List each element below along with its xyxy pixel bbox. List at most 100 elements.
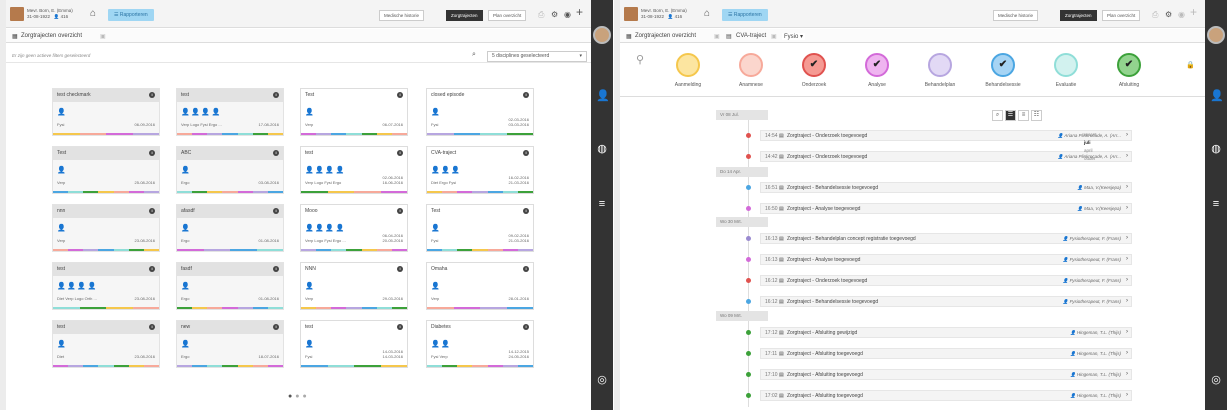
profile-icon[interactable]: ◎ bbox=[1210, 374, 1222, 386]
page-dot[interactable]: ● bbox=[288, 393, 295, 400]
view-detail-button[interactable]: ☷ bbox=[1031, 110, 1042, 121]
add-icon[interactable]: + bbox=[1190, 6, 1197, 18]
timeline-event[interactable]: 16:12 ▤ Zorgtraject - Onderzoek toegevoe… bbox=[760, 275, 1132, 286]
avatar[interactable] bbox=[1207, 26, 1225, 44]
search-icon[interactable]: ⌕ bbox=[472, 51, 476, 59]
phase-step[interactable]: Behandelplan bbox=[908, 53, 972, 88]
info-icon[interactable]: i bbox=[149, 92, 155, 98]
print-icon[interactable]: ⎙ bbox=[538, 10, 544, 20]
info-icon[interactable]: i bbox=[273, 150, 279, 156]
gear-icon[interactable]: ⚙ bbox=[1165, 10, 1172, 20]
timeline-event[interactable]: 17:02 ▤ Zorgtraject - Afsluiting toegevo… bbox=[760, 390, 1132, 401]
trajectory-card[interactable]: nnn i 👤 Verp 23-08-2016 bbox=[52, 204, 160, 252]
close-tab-icon[interactable]: ▣ bbox=[771, 33, 777, 40]
filter-icon[interactable]: ⚲ bbox=[636, 53, 644, 66]
info-icon[interactable]: i bbox=[523, 324, 529, 330]
phase-step[interactable]: ✔ Behandelsessie bbox=[971, 53, 1035, 88]
phase-step[interactable]: ✔ Analyse bbox=[845, 53, 909, 88]
gear-icon[interactable]: ⚙ bbox=[551, 10, 558, 20]
report-button[interactable]: ☰ Rapporteren bbox=[108, 9, 154, 21]
info-icon[interactable]: i bbox=[273, 266, 279, 272]
chevron-right-icon[interactable]: › bbox=[1126, 205, 1128, 211]
phase-step[interactable]: Aanmelding bbox=[656, 53, 720, 88]
timeline-event[interactable]: 16:50 ▤ Zorgtraject - Analyse toegevoegd… bbox=[760, 203, 1132, 214]
report-button[interactable]: ☰ Rapporteren bbox=[722, 9, 768, 21]
chevron-right-icon[interactable]: › bbox=[1126, 329, 1128, 335]
info-icon[interactable]: i bbox=[397, 208, 403, 214]
trajectory-card[interactable]: Omaha i 👤 Verp 28-01-2016 bbox=[426, 262, 534, 310]
lock-icon[interactable]: 🔒 bbox=[1186, 61, 1195, 69]
eye-icon[interactable]: ◉ bbox=[564, 10, 571, 20]
trajectory-card[interactable]: NNN i 👤 Verp 29-03-2016 bbox=[300, 262, 408, 310]
tab-plan-overview[interactable]: Plan overzicht bbox=[1102, 10, 1141, 21]
user-icon[interactable]: 👤 bbox=[1210, 90, 1224, 102]
tab-plan-overview[interactable]: Plan overzicht bbox=[488, 10, 527, 21]
phase-circle[interactable] bbox=[676, 53, 700, 77]
trajectory-card[interactable]: ABC i 👤 Ergo 03-08-2016 bbox=[176, 146, 284, 194]
chevron-right-icon[interactable]: › bbox=[1126, 153, 1128, 159]
timeline-event[interactable]: 16:12 ▤ Zorgtraject - Behandelsessie toe… bbox=[760, 296, 1132, 307]
trajectory-card[interactable]: closed episode i 👤 Fysi 02-03-2016 03-03-… bbox=[426, 88, 534, 136]
chevron-right-icon[interactable]: › bbox=[1126, 392, 1128, 398]
discipline-dropdown[interactable]: Fysio ▾ bbox=[782, 33, 806, 40]
trajectory-card[interactable]: fasdf i 👤 Ergo 01-08-2016 bbox=[176, 262, 284, 310]
eye-icon[interactable]: ◉ bbox=[1178, 10, 1185, 20]
info-icon[interactable]: i bbox=[397, 92, 403, 98]
search-button[interactable]: ⌕ bbox=[992, 110, 1003, 121]
phase-step[interactable]: Evaluatie bbox=[1034, 53, 1098, 88]
chevron-right-icon[interactable]: › bbox=[1126, 256, 1128, 262]
timeline-older[interactable]: ouder bbox=[1084, 155, 1097, 163]
info-icon[interactable]: i bbox=[523, 208, 529, 214]
info-icon[interactable]: i bbox=[397, 324, 403, 330]
phase-circle[interactable] bbox=[739, 53, 763, 77]
info-icon[interactable]: i bbox=[149, 266, 155, 272]
menu-icon[interactable]: ≡ bbox=[596, 198, 608, 210]
timeline-april[interactable]: april bbox=[1084, 147, 1097, 155]
trajectory-card[interactable]: Test i 👤 Verp 25-08-2016 bbox=[52, 146, 160, 194]
phase-circle[interactable]: ✔ bbox=[991, 53, 1015, 77]
timeline-event[interactable]: 17:10 ▤ Zorgtraject - Afsluiting toegevo… bbox=[760, 369, 1132, 380]
phase-circle[interactable]: ✔ bbox=[802, 53, 826, 77]
trajectory-card[interactable]: test i 👤👤👤👤 Verp Logo Fysi Ergo 02-06-20… bbox=[300, 146, 408, 194]
timeline-july[interactable]: juli bbox=[1084, 139, 1097, 147]
timeline-event[interactable]: 17:12 ▤ Zorgtraject - Afsluiting gewijzi… bbox=[760, 327, 1132, 338]
avatar[interactable] bbox=[593, 26, 611, 44]
globe-icon[interactable]: ◍ bbox=[1210, 143, 1222, 155]
trajectory-card[interactable]: CVA-traject i 👤👤👤 Diet Ergo Fysi 16-02-2… bbox=[426, 146, 534, 194]
timeline-event[interactable]: 16:51 ▤ Zorgtraject - Behandelsessie toe… bbox=[760, 182, 1132, 193]
timeline-event[interactable]: 14:54 ▤ Zorgtraject - Onderzoek toegevoe… bbox=[760, 130, 1132, 141]
timeline-event[interactable]: 14:42 ▤ Zorgtraject - Onderzoek toegevoe… bbox=[760, 151, 1132, 162]
chevron-right-icon[interactable]: › bbox=[1126, 371, 1128, 377]
info-icon[interactable]: i bbox=[523, 150, 529, 156]
view-compact-button[interactable]: ≡ bbox=[1018, 110, 1029, 121]
trajectory-card[interactable]: new i 👤 Ergo 18-07-2016 bbox=[176, 320, 284, 368]
menu-icon[interactable]: ≡ bbox=[1210, 198, 1222, 210]
phase-circle[interactable]: ✔ bbox=[1117, 53, 1141, 77]
close-tab-icon[interactable]: ▣ bbox=[714, 33, 720, 40]
info-icon[interactable]: i bbox=[523, 92, 529, 98]
tab-care-trajectories[interactable]: Zorgtrajecten bbox=[446, 10, 483, 21]
info-icon[interactable]: i bbox=[149, 324, 155, 330]
chevron-right-icon[interactable]: › bbox=[1126, 350, 1128, 356]
trajectory-card[interactable]: test i 👤👤👤👤 Diet Verp Logo Orth ... 23-0… bbox=[52, 262, 160, 310]
globe-icon[interactable]: ◍ bbox=[596, 143, 608, 155]
chevron-right-icon[interactable]: › bbox=[1126, 132, 1128, 138]
trajectory-card[interactable]: Test i 👤 Fysi 09-02-2016 21-03-2016 bbox=[426, 204, 534, 252]
tab-medical-history[interactable]: Medische historie bbox=[379, 10, 425, 21]
info-icon[interactable]: i bbox=[397, 150, 403, 156]
trajectory-card[interactable]: test i 👤 Diet 23-08-2016 bbox=[52, 320, 160, 368]
timeline-event[interactable]: 16:13 ▤ Zorgtraject - Analyse toegevoegd… bbox=[760, 254, 1132, 265]
info-icon[interactable]: i bbox=[523, 266, 529, 272]
phase-circle[interactable] bbox=[928, 53, 952, 77]
info-icon[interactable]: i bbox=[273, 92, 279, 98]
phase-step[interactable]: ✔ Afsluiting bbox=[1097, 53, 1161, 88]
trajectory-card[interactable]: test i 👤 Fysi 14-03-2016 14-03-2016 bbox=[300, 320, 408, 368]
trajectory-card[interactable]: Test i 👤 Verp 06-07-2016 bbox=[300, 88, 408, 136]
view-list-button[interactable]: ☰ bbox=[1005, 110, 1016, 121]
print-icon[interactable]: ⎙ bbox=[1152, 10, 1158, 20]
trajectory-card[interactable]: test i 👤👤👤👤 Verp Logo Fysi Ergo ... 17-0… bbox=[176, 88, 284, 136]
phase-circle[interactable] bbox=[1054, 53, 1078, 77]
phase-step[interactable]: ✔ Onderzoek bbox=[782, 53, 846, 88]
add-icon[interactable]: + bbox=[576, 6, 583, 18]
tab-cva-traject[interactable]: CVA-traject bbox=[736, 33, 766, 39]
